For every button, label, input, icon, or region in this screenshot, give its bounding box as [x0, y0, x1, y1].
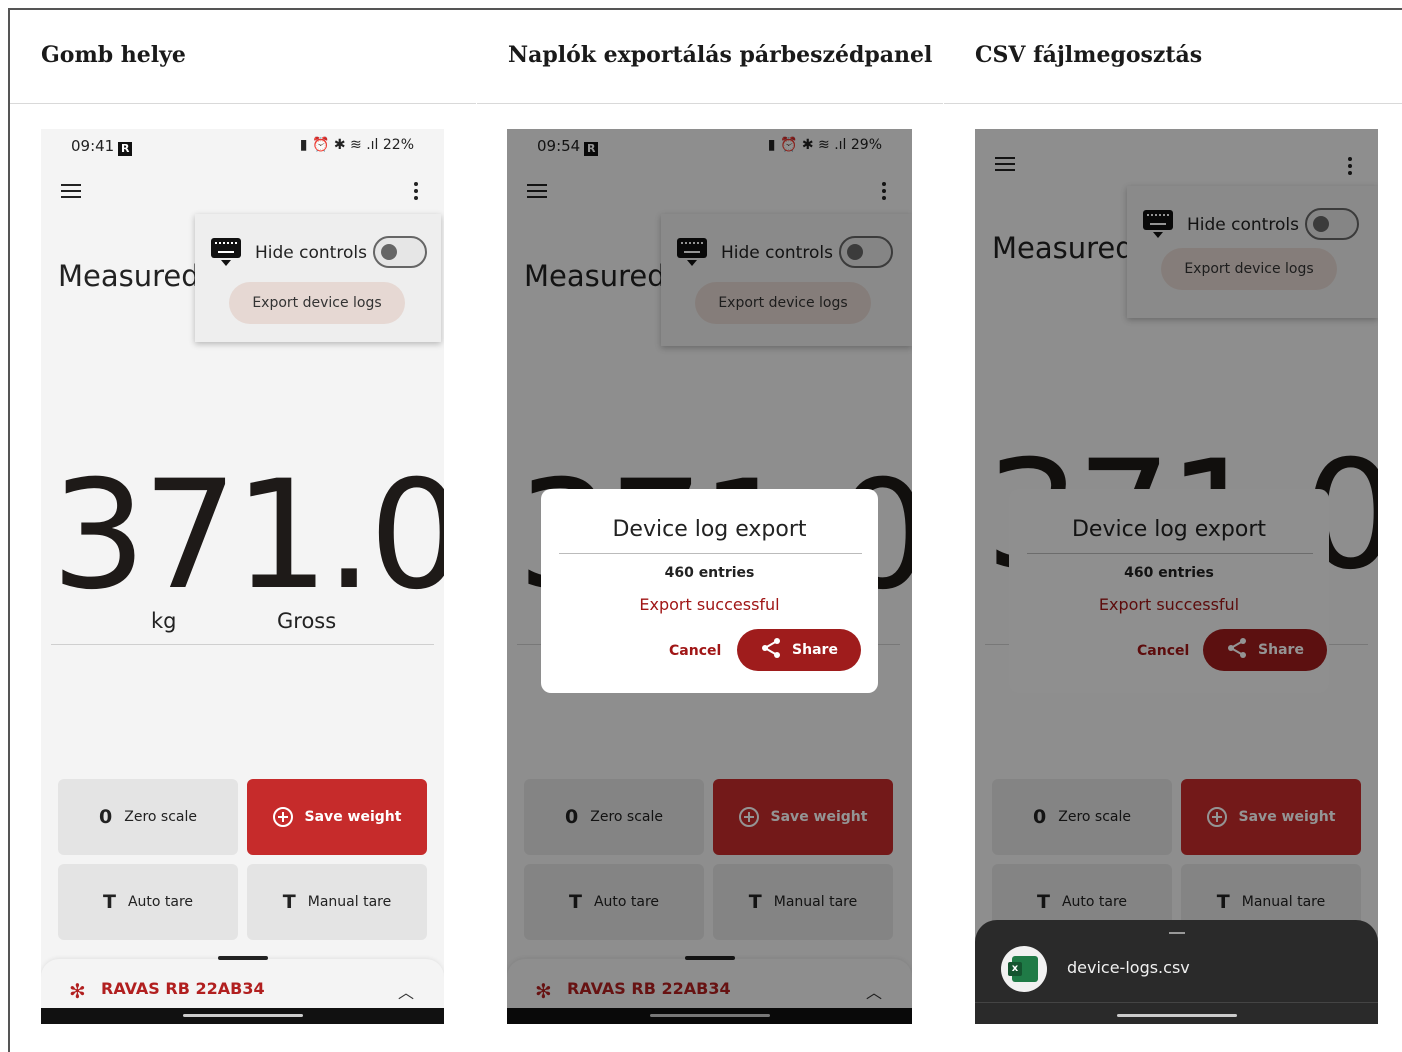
divider — [51, 644, 434, 645]
tare-icon: T — [282, 891, 296, 913]
zero-scale-label: Zero scale — [124, 809, 197, 825]
phone-screenshot-2: 09:54 R ▮ ⏰ ✱ ≋ .ıl 29% Measured Hide con… — [507, 129, 912, 1024]
weight-display: 371.0 — [51, 449, 444, 623]
table-header: Gomb helye Naplók exportálás párbeszédpa… — [10, 10, 1402, 104]
comparison-table: Gomb helye Naplók exportálás párbeszédpa… — [8, 8, 1402, 1052]
excel-file-icon: x — [1001, 946, 1047, 992]
status-time: 09:41 R — [71, 137, 133, 156]
zero-scale-button[interactable]: 0 Zero scale — [58, 779, 238, 855]
phone-screenshot-1: 09:41 R ▮ ⏰ ✱ ≋ .ıl 22% Measured Hide con… — [41, 129, 444, 1024]
options-popup: Hide controls Export device logs — [195, 214, 441, 342]
export-status: Export successful — [639, 595, 780, 614]
divider — [975, 1002, 1378, 1003]
keyboard-icon — [211, 238, 241, 270]
header-cell-export-dialog: Naplók exportálás párbeszédpanel — [477, 10, 943, 104]
home-indicator[interactable] — [1116, 1014, 1237, 1017]
manual-tare-button[interactable]: T Manual tare — [247, 864, 427, 940]
modal-scrim[interactable] — [975, 129, 1378, 1024]
device-name: RAVAS RB 22AB34 — [101, 979, 265, 998]
plus-circle-icon — [272, 807, 293, 827]
zero-icon: 0 — [99, 806, 113, 828]
chevron-up-icon[interactable]: ︿ — [398, 979, 414, 1003]
tare-icon: T — [102, 891, 116, 913]
share-icon — [760, 637, 782, 663]
system-nav-bar — [975, 1008, 1378, 1024]
device-bottom-sheet[interactable]: ✻ RAVAS RB 22AB34 ︿ — [41, 956, 444, 1014]
cancel-button[interactable]: Cancel — [669, 643, 721, 659]
header-label: Gomb helye — [41, 42, 186, 68]
sheet-handle[interactable] — [217, 956, 268, 960]
header-label: CSV fájlmegosztás — [975, 42, 1203, 68]
dialog-title: Device log export — [612, 517, 807, 542]
export-device-logs-button[interactable]: Export device logs — [229, 282, 405, 324]
entries-count: 460 entries — [664, 565, 755, 581]
file-name: device-logs.csv — [1067, 958, 1190, 977]
sheet-handle[interactable] — [1168, 932, 1185, 934]
device-log-export-dialog: Device log export 460 entries Export suc… — [541, 489, 878, 693]
menu-icon[interactable] — [61, 184, 81, 198]
hide-controls-toggle[interactable] — [373, 236, 427, 268]
save-weight-button[interactable]: Save weight — [247, 779, 427, 855]
header-label: Naplók exportálás párbeszédpanel — [508, 42, 933, 68]
header-cell-csv-share: CSV fájlmegosztás — [944, 10, 1402, 104]
share-label: Share — [792, 642, 838, 658]
share-button[interactable]: Share — [737, 629, 861, 671]
system-nav-bar — [41, 1008, 444, 1024]
header-cell-button-location: Gomb helye — [10, 10, 476, 104]
hide-controls-label: Hide controls — [255, 243, 367, 263]
weight-unit: kg — [151, 609, 177, 633]
more-options-icon[interactable] — [414, 182, 418, 200]
auto-tare-label: Auto tare — [127, 894, 194, 910]
dialog-divider — [559, 553, 862, 554]
phone-screenshot-3: Measured Hide controls Export device log… — [975, 129, 1378, 1024]
manual-tare-label: Manual tare — [307, 894, 392, 910]
status-battery: ▮ ⏰ ✱ ≋ .ıl 22% — [299, 137, 414, 153]
home-indicator[interactable] — [182, 1014, 303, 1017]
status-bar: 09:41 R ▮ ⏰ ✱ ≋ .ıl 22% — [41, 129, 444, 165]
save-weight-label: Save weight — [304, 809, 402, 825]
weight-mode: Gross — [277, 609, 337, 633]
auto-tare-button[interactable]: T Auto tare — [58, 864, 238, 940]
bluetooth-icon: ✻ — [69, 979, 86, 1003]
measured-label: Measured — [58, 259, 200, 293]
